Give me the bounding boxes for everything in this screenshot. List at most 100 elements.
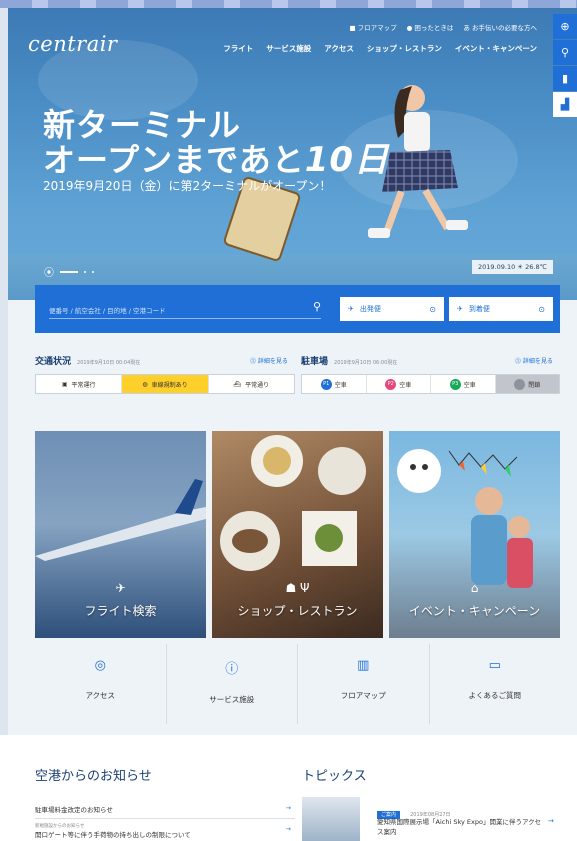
- util-link-assist[interactable]: あ お手伝いの必要な方へ: [463, 22, 537, 32]
- util-link-floormap[interactable]: ■ フロアマップ: [349, 22, 396, 32]
- parking-p3-badge: P3: [449, 378, 461, 390]
- parking-p4-badge: [514, 378, 526, 390]
- nav-shop[interactable]: ショップ・レストラン: [367, 43, 442, 54]
- page-edge: [0, 0, 8, 841]
- parking-more-link[interactable]: ⓵ 詳細を見る: [515, 356, 553, 365]
- bookmark-icon[interactable]: ▮: [553, 66, 577, 91]
- event-icon: ⌂: [470, 581, 479, 595]
- chat-icon: ▭: [488, 658, 501, 673]
- hero-title: 新ターミナル オープンまであと10日: [43, 108, 389, 178]
- hero-title-line1: 新ターミナル: [43, 106, 242, 144]
- fork-knife-icon: ☗ Ψ: [285, 581, 310, 595]
- carousel-dot[interactable]: [84, 270, 86, 273]
- side-toolbar: ⊕ ⚲ ▮ ▟: [553, 14, 577, 118]
- parking-p1[interactable]: P1 空車: [302, 375, 367, 393]
- parking-p4[interactable]: 閉鎖: [495, 375, 559, 393]
- plane-icon: ✈: [115, 581, 126, 595]
- quick-link-services[interactable]: ⓘ サービス施設: [167, 644, 298, 724]
- carousel-active-indicator[interactable]: [60, 270, 78, 273]
- chevron-right-icon: ⊙: [538, 304, 545, 314]
- topic-thumbnail[interactable]: [302, 797, 360, 841]
- search-icon[interactable]: ⚲: [553, 40, 577, 65]
- carousel-controls[interactable]: ⦿: [44, 264, 94, 279]
- traffic-road-label: 車線規制あり: [151, 381, 188, 389]
- site-logo[interactable]: centrair: [28, 32, 117, 56]
- quick-link-faq[interactable]: ▭ よくあるご質問: [430, 644, 561, 724]
- quick-link-services-label: サービス施設: [209, 695, 255, 704]
- notices-title: 空港からのお知らせ: [35, 769, 152, 784]
- notice-item-text: 開口ゲート等に伴う手荷物の持ち出しの制限について: [35, 831, 191, 839]
- quick-link-access-label: アクセス: [85, 691, 116, 700]
- search-icon[interactable]: ⚲: [313, 300, 321, 313]
- parking-p2[interactable]: P2 空車: [367, 375, 431, 393]
- nav-flight[interactable]: フライト: [223, 43, 253, 54]
- departures-button[interactable]: ✈ 出発便 ⊙: [340, 297, 444, 321]
- info-icon: ⓘ: [225, 662, 239, 677]
- carousel-dot[interactable]: [92, 270, 94, 273]
- globe-icon[interactable]: ⊕: [553, 14, 577, 39]
- arrivals-button[interactable]: ✈ 到着便 ⊙: [449, 297, 553, 321]
- parking-p2-badge: P2: [385, 378, 397, 390]
- card-event-campaign-label: イベント・キャンペーン: [408, 604, 541, 618]
- card-flight-search-label: フライト検索: [84, 604, 157, 618]
- parking-heading: 駐車場 2019年9月10日 06:00現在: [301, 354, 397, 367]
- card-shop-restaurant-label: ショップ・レストラン: [237, 604, 358, 618]
- arrow-right-icon: →: [285, 804, 291, 812]
- parking-title: 駐車場: [301, 357, 329, 367]
- traffic-road[interactable]: ◍ 車線規制あり: [122, 375, 209, 393]
- parking-p3-status: 空車: [463, 381, 476, 389]
- quick-link-access[interactable]: ◎ アクセス: [35, 644, 167, 724]
- train-icon: ▣: [61, 380, 68, 388]
- hero-title-line2: オープンまであと: [43, 141, 305, 179]
- ship-icon: ⛴: [233, 380, 242, 388]
- traffic-more-link[interactable]: ⓵ 詳細を見る: [250, 356, 288, 365]
- card-flight-search[interactable]: ✈ フライト検索: [35, 431, 206, 638]
- topic-text[interactable]: 愛知県国際展示場「Aichi Sky Expo」開業に伴うアクセス案内: [377, 817, 542, 837]
- traffic-title: 交通状況: [35, 357, 72, 367]
- chart-icon[interactable]: ▟: [553, 92, 577, 117]
- plane-arrival-icon: ✈: [457, 305, 463, 313]
- nav-event[interactable]: イベント・キャンペーン: [455, 43, 537, 54]
- parking-p1-status: 空車: [334, 381, 347, 389]
- arrow-right-icon[interactable]: →: [548, 817, 554, 825]
- traffic-ship[interactable]: ⛴ 平常通り: [209, 375, 294, 393]
- hero-subtitle: 2019年9月20日（金）に第2ターミナルがオープン！: [43, 179, 332, 193]
- departures-label: 出発便: [359, 305, 381, 313]
- flight-search-input[interactable]: 便番号 / 航空会社 / 目的地 / 空港コード: [49, 299, 321, 319]
- quick-link-floormap-label: フロアマップ: [340, 691, 386, 700]
- notice-item-sub: 新規施設からのお知らせ: [35, 824, 85, 829]
- top-stripe: [0, 0, 577, 8]
- arrivals-label: 到着便: [468, 305, 490, 313]
- traffic-status: ▣ 平常運行 ◍ 車線規制あり ⛴ 平常通り: [35, 374, 295, 394]
- traffic-time: 2019年9月10日 00:04現在: [77, 360, 141, 366]
- notice-item-text: 駐車場料金改定のお知らせ: [35, 806, 113, 814]
- traffic-ship-label: 平常通り: [245, 381, 270, 389]
- parking-p3[interactable]: P3 空車: [431, 375, 496, 393]
- traffic-train[interactable]: ▣ 平常運行: [36, 375, 123, 393]
- chevron-right-icon: ⊙: [429, 304, 436, 314]
- topics-title: トピックス: [302, 769, 367, 784]
- quick-links: ◎ アクセス ⓘ サービス施設 ▥ フロアマップ ▭ よくあるご質問: [35, 644, 560, 724]
- parking-p2-status: 空車: [399, 381, 412, 389]
- parking-p1-badge: P1: [320, 378, 332, 390]
- weather-stamp: 2019.09.10 ☀ 26.8℃: [472, 260, 553, 274]
- utility-nav: ■ フロアマップ ● 困ったときは あ お手伝いの必要な方へ: [349, 22, 537, 32]
- map-pin-icon: ◎: [94, 658, 106, 673]
- util-link-help[interactable]: ● 困ったときは: [407, 22, 454, 32]
- nav-access[interactable]: アクセス: [324, 43, 354, 54]
- notice-item[interactable]: 新規施設からのお知らせ 開口ゲート等に伴う手荷物の持ち出しの制限について →: [35, 823, 295, 841]
- card-event-campaign[interactable]: ⌂ イベント・キャンペーン: [389, 431, 560, 638]
- hero-days: 10日: [304, 140, 390, 180]
- main-nav: フライト サービス施設 アクセス ショップ・レストラン イベント・キャンペーン: [223, 43, 537, 54]
- news-section: 空港からのお知らせ 駐車場料金改定のお知らせ → 新規施設からのお知らせ 開口ゲー…: [0, 735, 577, 841]
- car-icon: ◍: [142, 380, 148, 388]
- airplane-wing-image: [35, 479, 206, 561]
- map-icon: ▥: [357, 658, 370, 673]
- nav-services[interactable]: サービス施設: [266, 43, 311, 54]
- flight-search-bar: 便番号 / 航空会社 / 目的地 / 空港コード ⚲ ✈ 出発便 ⊙ ✈ 到着便…: [35, 285, 560, 333]
- card-shop-restaurant[interactable]: ☗ Ψ ショップ・レストラン: [212, 431, 383, 638]
- quick-link-floormap[interactable]: ▥ フロアマップ: [298, 644, 430, 724]
- play-icon[interactable]: ⦿: [44, 264, 54, 279]
- quick-link-faq-label: よくあるご質問: [468, 691, 522, 700]
- notice-item[interactable]: 駐車場料金改定のお知らせ →: [35, 797, 295, 819]
